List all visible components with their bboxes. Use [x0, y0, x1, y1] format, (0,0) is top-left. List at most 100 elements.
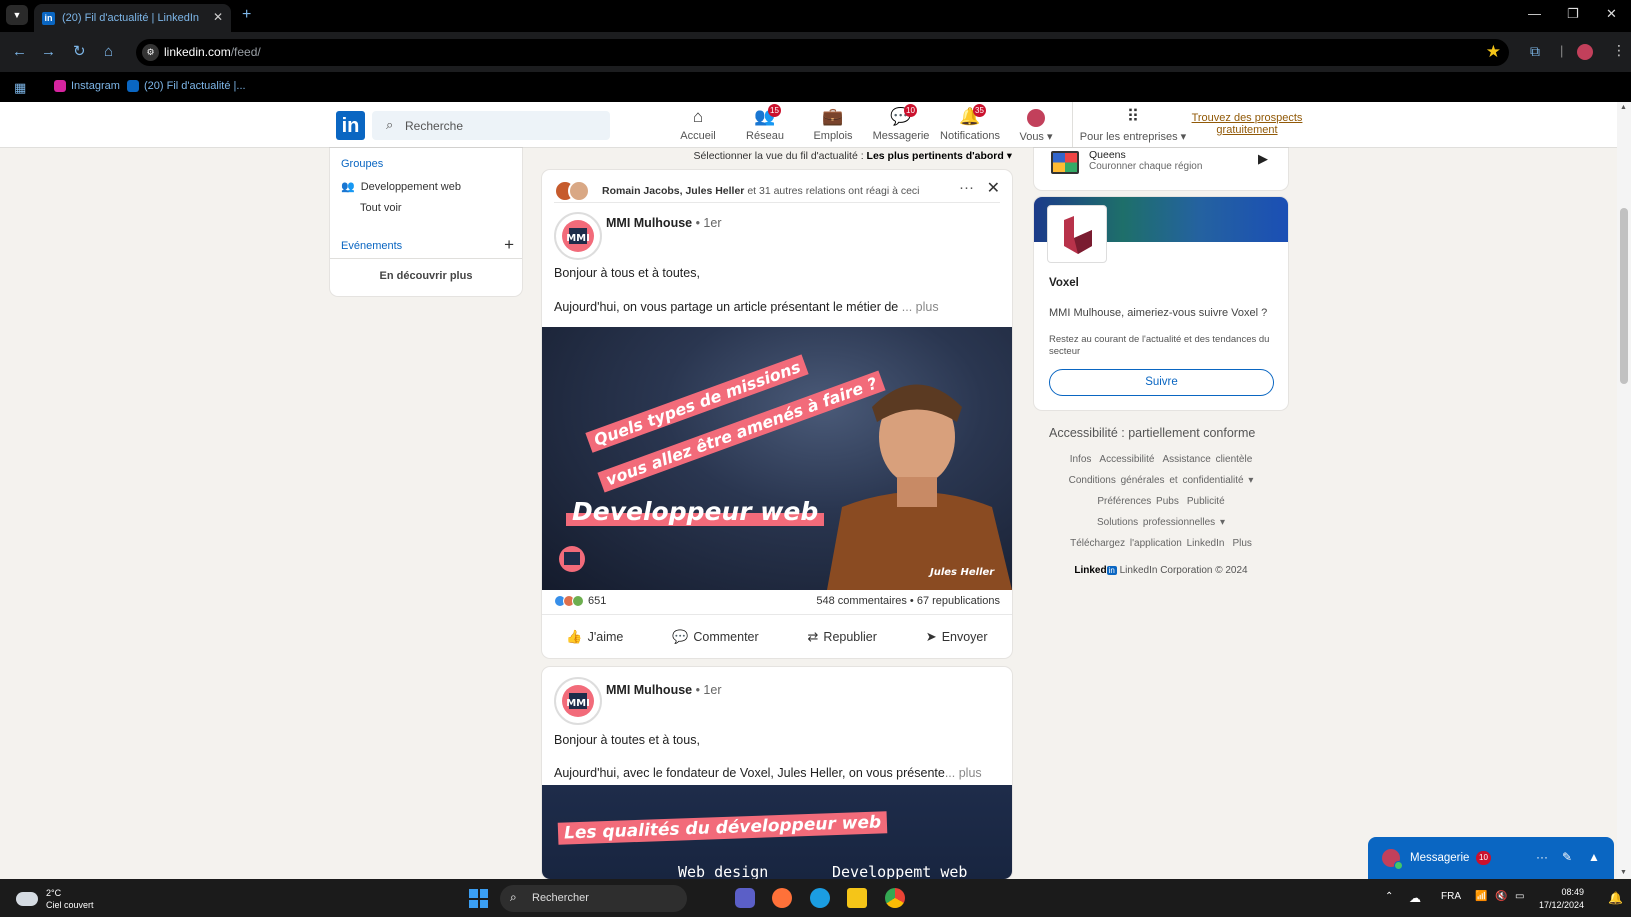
footer-link[interactable]: Accessibilité: [1099, 454, 1154, 465]
post-options-icon[interactable]: ···: [959, 179, 974, 196]
nav-business[interactable]: ⠿ Pour les entreprises ▾: [1074, 105, 1192, 145]
footer-link[interactable]: Téléchargez l'application LinkedIn: [1070, 538, 1224, 549]
footer-link[interactable]: Solutions professionnelles ▾: [1034, 517, 1288, 528]
onedrive-icon[interactable]: ☁: [1409, 891, 1421, 905]
home-button-icon[interactable]: ⌂: [104, 44, 113, 59]
address-bar[interactable]: ⚙ linkedin.com/feed/ ★: [136, 39, 1509, 66]
author-avatar[interactable]: MMI: [554, 212, 602, 260]
firefox-icon[interactable]: [772, 888, 792, 908]
chrome-icon[interactable]: [885, 888, 905, 908]
bookmark-instagram[interactable]: Instagram: [54, 80, 120, 92]
chevron-up-icon[interactable]: ▲: [1588, 850, 1600, 864]
repost-button[interactable]: ⇄ Republier: [798, 623, 887, 651]
groups-link[interactable]: Groupes: [341, 158, 383, 170]
back-icon[interactable]: ←: [12, 44, 27, 59]
image-subtitle: Developpemt web: [832, 863, 968, 879]
tab-close-icon[interactable]: ✕: [213, 10, 223, 24]
scroll-down-icon[interactable]: ▼: [1620, 869, 1627, 876]
minimize-button[interactable]: —: [1528, 6, 1541, 21]
post-image[interactable]: Les qualités du développeur web Web desi…: [542, 785, 1012, 879]
scrollbar-thumb[interactable]: [1620, 208, 1628, 384]
linkedin-logo[interactable]: in: [336, 111, 365, 140]
footer-link[interactable]: Plus: [1232, 538, 1251, 549]
apps-grid-icon[interactable]: ▦: [14, 80, 26, 96]
notification-bell-icon[interactable]: 🔔: [1608, 891, 1623, 905]
avatar-icon: [1025, 107, 1047, 127]
footer-link[interactable]: Conditions générales et confidentialité …: [1034, 475, 1288, 486]
page-scrollbar[interactable]: ▲ ▼: [1617, 102, 1631, 878]
feed-post: MMI MMI Mulhouse • 1er Bonjour à toutes …: [542, 667, 1012, 879]
accessibility-status[interactable]: Accessibilité : partiellement conforme: [1049, 426, 1288, 440]
author-name[interactable]: MMI Mulhouse • 1er: [606, 216, 722, 230]
taskbar-search[interactable]: ⌕ Rechercher: [500, 885, 687, 912]
author-name[interactable]: MMI Mulhouse • 1er: [606, 683, 722, 697]
company-name[interactable]: Voxel: [1049, 277, 1079, 289]
reactions-count[interactable]: 651: [554, 595, 606, 607]
voxel-logo[interactable]: [1047, 205, 1107, 263]
windows-start-icon[interactable]: [469, 889, 488, 908]
queens-game-card[interactable]: Queens Couronner chaque région ▶: [1034, 148, 1288, 190]
author-avatar[interactable]: MMI: [554, 677, 602, 725]
like-button[interactable]: 👍 J'aime: [556, 623, 633, 651]
restore-button[interactable]: ❐: [1567, 6, 1579, 22]
more-options-icon[interactable]: ···: [1536, 850, 1548, 864]
post-image[interactable]: Quels types de missions vous allez être …: [542, 327, 1012, 590]
browser-menu-icon[interactable]: ⋮: [1612, 42, 1626, 59]
see-more-link[interactable]: ... plus: [902, 300, 939, 314]
comments-reposts-count[interactable]: 548 commentaires • 67 republications: [816, 595, 1000, 607]
follow-button[interactable]: Suivre: [1049, 369, 1274, 396]
network-badge: 15: [768, 104, 781, 117]
dismiss-post-icon[interactable]: ✕: [987, 178, 1000, 198]
forward-icon[interactable]: →: [41, 44, 56, 59]
system-clock[interactable]: 08:49 17/12/2024: [1539, 886, 1584, 912]
wifi-icon[interactable]: 📶: [1475, 891, 1487, 902]
extensions-icon[interactable]: ⧉: [1530, 43, 1540, 60]
nav-notifications[interactable]: 🔔 35 Notifications: [932, 104, 1008, 145]
footer-link[interactable]: Assistance clientèle: [1162, 454, 1252, 465]
play-arrow-icon[interactable]: ▶: [1258, 151, 1268, 167]
browser-tab[interactable]: in (20) Fil d'actualité | LinkedIn ✕: [34, 4, 231, 32]
site-info-icon[interactable]: ⚙: [142, 44, 159, 61]
file-explorer-icon[interactable]: [847, 888, 867, 908]
nav-messaging[interactable]: 💬 10 Messagerie: [863, 104, 939, 145]
footer-link[interactable]: Infos: [1070, 454, 1092, 465]
battery-icon[interactable]: ▭: [1515, 891, 1524, 902]
group-item-devweb[interactable]: 👥 Developpement web: [341, 180, 461, 194]
volume-muted-icon[interactable]: 🔇: [1495, 891, 1507, 902]
nav-network[interactable]: 👥 15 Réseau: [727, 104, 803, 145]
post-stats: 651 548 commentaires • 67 republications: [554, 593, 1000, 611]
reactor-avatars: [554, 180, 594, 202]
comment-button[interactable]: 💬 Commenter: [662, 623, 768, 651]
weather-widget[interactable]: 2°C Ciel couvert: [16, 887, 94, 911]
close-window-button[interactable]: ✕: [1606, 6, 1617, 22]
footer-link[interactable]: Préférences Pubs: [1097, 496, 1179, 507]
online-status-icon: [1394, 861, 1403, 870]
see-more-link[interactable]: ... plus: [945, 766, 982, 780]
bookmark-linkedin[interactable]: (20) Fil d'actualité |...: [127, 80, 246, 92]
messaging-dock[interactable]: Messagerie 10 ··· ✎ ▲: [1368, 837, 1614, 881]
chevron-up-icon[interactable]: ⌃: [1385, 891, 1393, 902]
language-indicator[interactable]: FRA: [1441, 891, 1461, 902]
scroll-up-icon[interactable]: ▲: [1620, 104, 1627, 111]
nav-me[interactable]: Vous ▾: [998, 105, 1074, 145]
search-input[interactable]: ⌕ Recherche: [372, 111, 610, 140]
see-all-groups-link[interactable]: Tout voir: [360, 202, 402, 214]
teams-icon[interactable]: [735, 888, 755, 908]
edge-icon[interactable]: [810, 888, 830, 908]
nav-jobs[interactable]: 💼 Emplois: [795, 105, 871, 145]
compose-icon[interactable]: ✎: [1562, 850, 1572, 864]
tab-search-icon[interactable]: ▼: [6, 5, 28, 25]
new-tab-button[interactable]: +: [242, 7, 251, 23]
events-link[interactable]: Evénements: [341, 240, 402, 252]
premium-prospects-link[interactable]: Trouvez des prospects gratuitement: [1188, 112, 1306, 136]
send-button[interactable]: ➤ Envoyer: [916, 623, 998, 651]
feed-sort-selector[interactable]: Sélectionner la vue du fil d'actualité :…: [542, 150, 1012, 162]
nav-home[interactable]: ⌂ Accueil: [660, 105, 736, 145]
bookmark-star-icon[interactable]: ★: [1486, 42, 1501, 62]
footer-link[interactable]: Publicité: [1187, 496, 1225, 507]
discover-more-link[interactable]: En découvrir plus: [330, 270, 522, 282]
profile-avatar[interactable]: [1577, 44, 1593, 60]
add-event-icon[interactable]: +: [504, 235, 514, 255]
reload-icon[interactable]: ↻: [73, 44, 86, 59]
footer-links: Accessibilité : partiellement conforme I…: [1034, 426, 1288, 576]
